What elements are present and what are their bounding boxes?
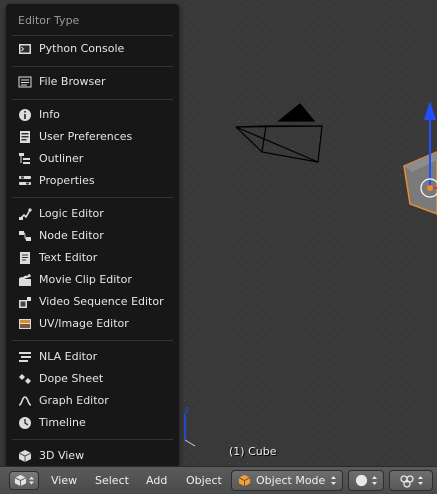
active-object-label: (1) Cube — [229, 445, 277, 458]
logic-editor-icon — [17, 206, 33, 222]
pivot-median-icon — [399, 474, 414, 488]
menu-item-user-preferences[interactable]: User Preferences — [12, 126, 174, 147]
menu-item-label: Movie Clip Editor — [39, 273, 132, 286]
header-menu-object[interactable]: Object — [186, 474, 222, 487]
movie-clip-icon — [17, 272, 33, 288]
video-sequence-icon — [17, 294, 33, 310]
pivot-point-select[interactable] — [389, 470, 433, 491]
menu-title: Editor Type — [18, 14, 80, 27]
menu-item-label: Node Editor — [39, 229, 104, 242]
menu-item-graph-editor[interactable]: Graph Editor — [12, 390, 174, 411]
user-preferences-icon — [17, 129, 33, 145]
info-icon — [17, 107, 33, 123]
timeline-icon — [17, 415, 33, 431]
3d-view-icon — [17, 448, 33, 464]
menu-item-uv-image-editor[interactable]: UV/Image Editor — [12, 313, 174, 334]
python-console-icon — [17, 41, 33, 57]
menu-item-info[interactable]: Info — [12, 104, 174, 125]
menu-item-file-browser[interactable]: File Browser — [12, 71, 174, 92]
nla-editor-icon — [17, 349, 33, 365]
menu-item-label: File Browser — [39, 75, 106, 88]
menu-separator — [12, 197, 173, 198]
menu-item-label: Logic Editor — [39, 207, 104, 220]
updown-arrow-icon — [29, 476, 34, 485]
view-axis-indicator — [184, 413, 196, 447]
3d-view-icon — [14, 474, 27, 487]
menu-separator — [12, 439, 173, 440]
menu-item-video-sequence-editor[interactable]: Video Sequence Editor — [12, 291, 174, 312]
cube-object[interactable] — [403, 151, 437, 215]
menu-item-label: Dope Sheet — [39, 372, 104, 385]
menu-item-text-editor[interactable]: Text Editor — [12, 247, 174, 268]
interaction-mode-select[interactable]: Object Mode — [231, 470, 343, 491]
menu-item-movie-clip-editor[interactable]: Movie Clip Editor — [12, 269, 174, 290]
uv-image-icon — [17, 316, 33, 332]
axis-z-label: z — [185, 405, 190, 414]
header-menu-select[interactable]: Select — [95, 474, 129, 487]
outliner-icon — [17, 151, 33, 167]
menu-item-logic-editor[interactable]: Logic Editor — [12, 203, 174, 224]
menu-item-label: Graph Editor — [39, 394, 109, 407]
menu-item-label: Python Console — [39, 42, 125, 55]
menu-item-python-console[interactable]: Python Console — [12, 38, 174, 59]
viewport-shading-select[interactable] — [348, 470, 384, 491]
menu-item-timeline[interactable]: Timeline — [12, 412, 174, 433]
updown-arrow-icon — [372, 475, 377, 486]
updown-arrow-icon — [331, 475, 336, 489]
menu-item-label: Info — [39, 108, 60, 121]
menu-item-dope-sheet[interactable]: Dope Sheet — [12, 368, 174, 389]
menu-separator — [12, 340, 173, 341]
header-menu-add[interactable]: Add — [146, 474, 167, 487]
object-mode-icon — [238, 474, 251, 487]
editor-type-button[interactable] — [9, 471, 39, 490]
menu-item-nla-editor[interactable]: NLA Editor — [12, 346, 174, 367]
properties-icon — [17, 173, 33, 189]
interaction-mode-label: Object Mode — [256, 474, 326, 487]
menu-item-label: Timeline — [39, 416, 86, 429]
menu-separator — [12, 35, 173, 36]
dope-sheet-icon — [17, 371, 33, 387]
node-editor-icon — [17, 228, 33, 244]
solid-shading-icon — [355, 474, 368, 487]
file-browser-icon — [17, 74, 33, 90]
menu-item-label: UV/Image Editor — [39, 317, 129, 330]
editor-type-menu: Editor Type Python Console File Browser … — [6, 4, 179, 468]
menu-item-3d-view[interactable]: 3D View — [12, 445, 174, 466]
menu-item-properties[interactable]: Properties — [12, 170, 174, 191]
camera-object[interactable] — [235, 103, 323, 163]
3d-view-header: View Select Add Object Object Mode — [0, 466, 437, 494]
menu-item-label: User Preferences — [39, 130, 133, 143]
menu-item-outliner[interactable]: Outliner — [12, 148, 174, 169]
menu-item-label: NLA Editor — [39, 350, 98, 363]
menu-item-label: Video Sequence Editor — [39, 295, 164, 308]
menu-item-label: 3D View — [39, 449, 85, 462]
graph-editor-icon — [17, 393, 33, 409]
header-menu-view[interactable]: View — [51, 474, 77, 487]
menu-separator — [12, 66, 173, 67]
menu-item-node-editor[interactable]: Node Editor — [12, 225, 174, 246]
updown-arrow-icon — [417, 475, 423, 486]
menu-item-label: Outliner — [39, 152, 84, 165]
menu-item-label: Properties — [39, 174, 95, 187]
menu-separator — [12, 99, 173, 100]
text-editor-icon — [17, 250, 33, 266]
menu-item-label: Text Editor — [39, 251, 98, 264]
